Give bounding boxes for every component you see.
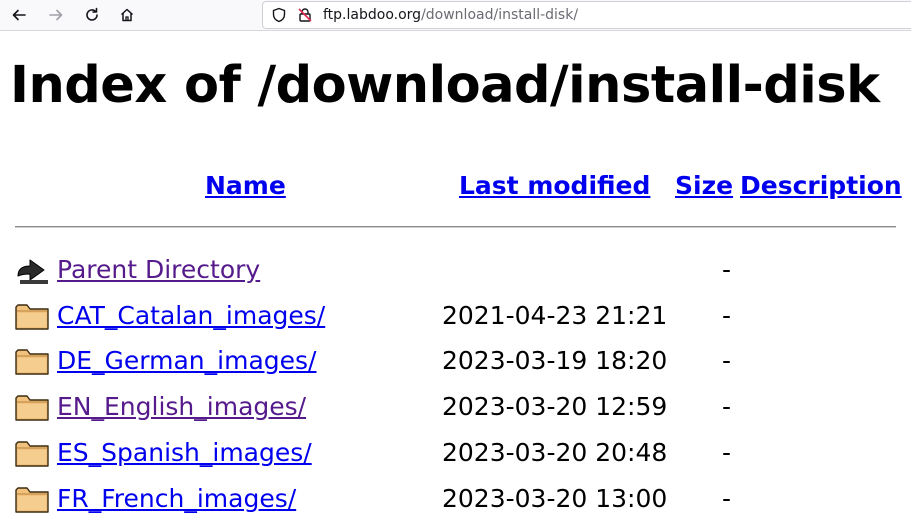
entry-name-link[interactable]: CAT_Catalan_images/ <box>57 301 325 330</box>
table-row: EN_English_images/2023-03-20 12:59 - <box>0 386 911 426</box>
entry-size: - <box>722 392 732 421</box>
arrow-left-icon <box>12 9 26 21</box>
folder-icon <box>14 345 50 377</box>
forward-button[interactable] <box>45 5 67 25</box>
arrow-right-icon <box>49 9 63 21</box>
entry-size: - <box>722 438 732 467</box>
entry-name-link[interactable]: DE_German_images/ <box>57 346 316 375</box>
sort-by-name-link[interactable]: Name <box>205 171 286 200</box>
header-divider <box>15 226 896 228</box>
home-button[interactable] <box>116 5 138 25</box>
entry-last-modified: 2023-03-20 20:48 <box>442 438 668 467</box>
table-row: Parent Directory - <box>0 249 911 289</box>
folder-icon <box>14 437 50 469</box>
entry-name-link[interactable]: EN_English_images/ <box>57 392 306 421</box>
entry-size: - <box>722 484 732 513</box>
table-row: ES_Spanish_images/2023-03-20 20:48 - <box>0 432 911 472</box>
entry-last-modified: 2023-03-20 13:00 <box>442 484 668 513</box>
entry-last-modified: 2023-03-20 12:59 <box>442 392 668 421</box>
table-row: CAT_Catalan_images/2021-04-23 21:21 - <box>0 295 911 335</box>
back-arrow-icon <box>14 254 50 286</box>
shield-icon[interactable] <box>271 7 287 23</box>
entry-last-modified: 2023-03-19 18:20 <box>442 346 668 375</box>
entry-last-modified: 2021-04-23 21:21 <box>442 301 668 330</box>
reload-icon <box>86 7 98 21</box>
insecure-lock-icon[interactable] <box>297 7 313 23</box>
folder-icon <box>14 391 50 423</box>
entry-name-link[interactable]: ES_Spanish_images/ <box>57 438 312 467</box>
entry-size: - <box>722 255 732 284</box>
browser-toolbar: ftp.labdoo.org/download/install-disk/ <box>0 0 911 31</box>
folder-icon <box>14 300 50 332</box>
entry-name-link[interactable]: FR_French_images/ <box>57 484 296 513</box>
url-text[interactable]: ftp.labdoo.org/download/install-disk/ <box>323 7 578 23</box>
url-host: ftp.labdoo.org <box>323 7 422 23</box>
sort-by-last-modified-link[interactable]: Last modified <box>459 171 650 200</box>
home-icon <box>120 8 134 22</box>
reload-button[interactable] <box>81 5 103 25</box>
address-bar[interactable]: ftp.labdoo.org/download/install-disk/ <box>262 1 911 29</box>
url-path: /download/install-disk/ <box>421 7 579 23</box>
table-row: FR_French_images/2023-03-20 13:00 - <box>0 478 911 518</box>
folder-icon <box>14 483 50 515</box>
entry-size: - <box>722 346 732 375</box>
table-row: DE_German_images/2023-03-19 18:20 - <box>0 340 911 380</box>
entry-name-link[interactable]: Parent Directory <box>57 255 260 284</box>
entry-size: - <box>722 301 732 330</box>
sort-by-description-link[interactable]: Description <box>740 171 902 200</box>
page-title: Index of /download/install-disk <box>10 56 880 115</box>
back-button[interactable] <box>8 5 30 25</box>
sort-by-size-link[interactable]: Size <box>675 171 733 200</box>
